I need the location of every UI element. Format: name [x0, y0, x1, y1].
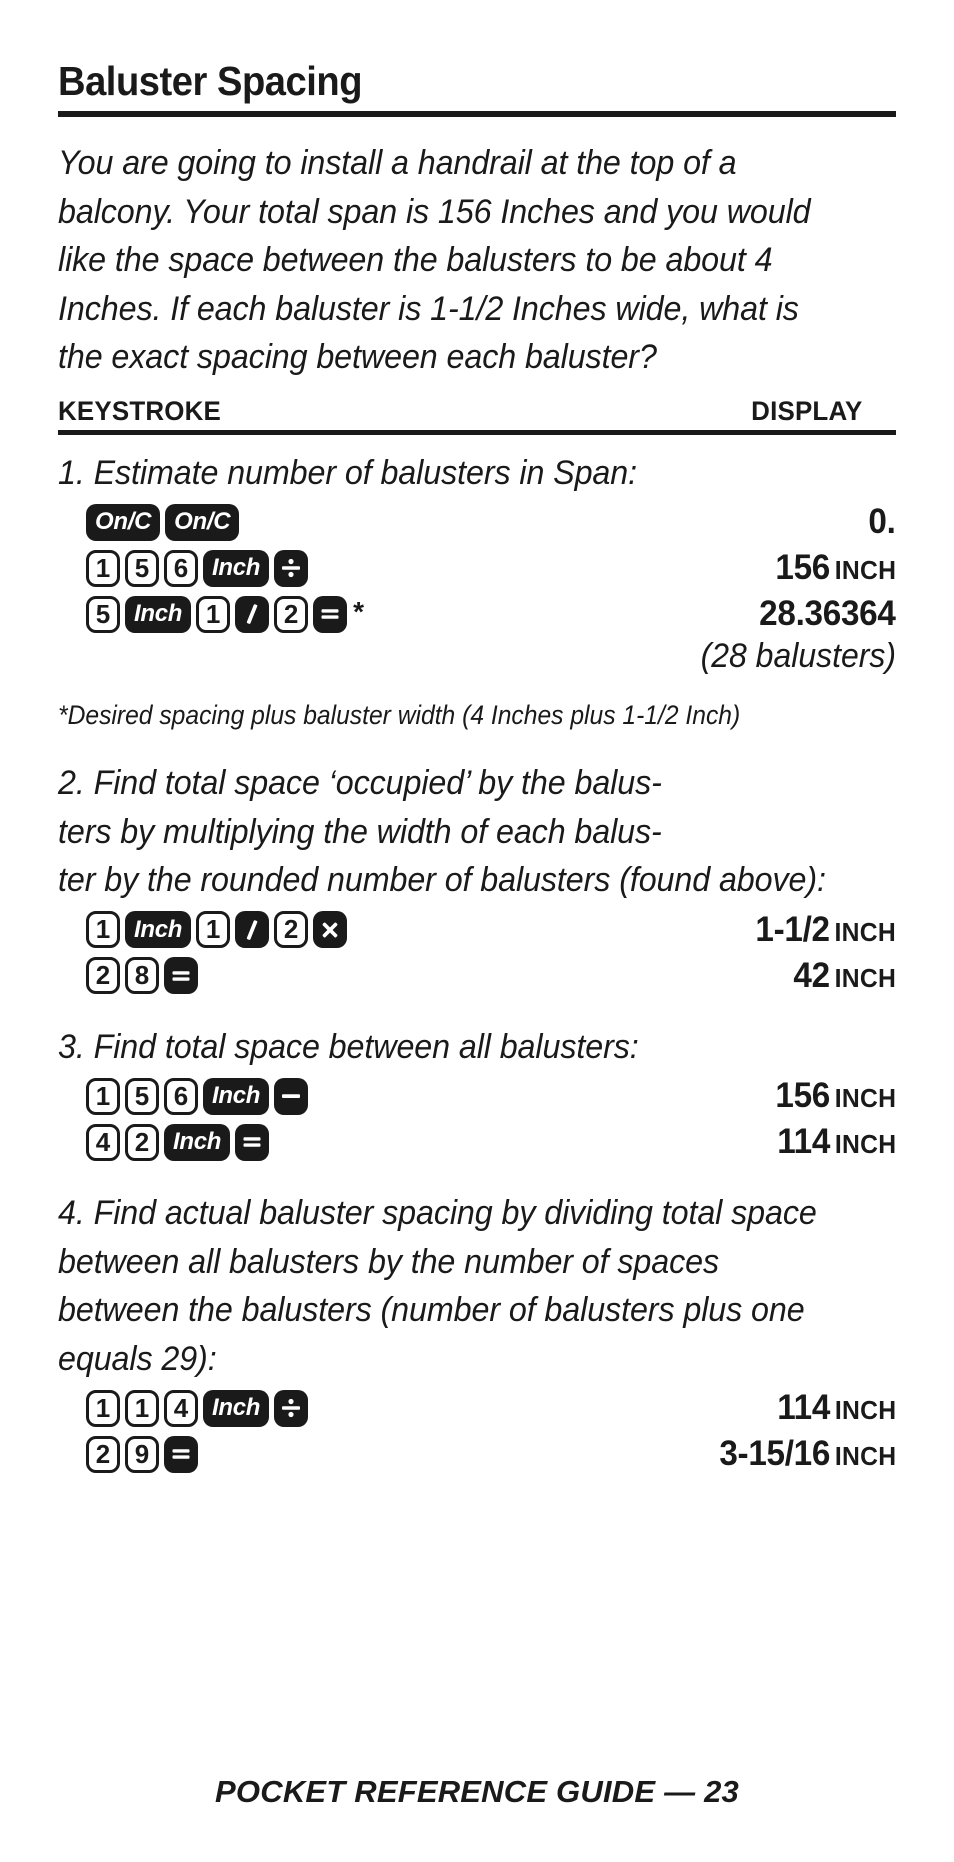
- step-text: 1. Estimate number of balusters in Span:: [58, 453, 637, 492]
- display-number: 1-1/2: [755, 909, 830, 949]
- key-on-c[interactable]: On/C: [86, 503, 161, 541]
- key-digit-2[interactable]: 2: [86, 957, 120, 995]
- slash-icon[interactable]: [235, 595, 270, 633]
- key-digit-1[interactable]: 1: [125, 1389, 159, 1427]
- display-unit: INCH: [834, 916, 896, 947]
- equals-icon[interactable]: [235, 1123, 270, 1161]
- display-unit: INCH: [834, 555, 896, 586]
- key-digit-4[interactable]: 4: [164, 1389, 198, 1427]
- keystroke-sequence: 1 5 6 Inch: [58, 1077, 309, 1115]
- divide-icon[interactable]: [274, 1389, 309, 1427]
- key-digit-5[interactable]: 5: [86, 595, 120, 633]
- minus-icon[interactable]: [274, 1077, 309, 1115]
- multiply-icon[interactable]: [313, 911, 348, 949]
- keystroke-row: 2 8 42 INCH: [58, 955, 896, 997]
- display-number: 114: [776, 1388, 830, 1428]
- equals-icon[interactable]: [164, 1435, 198, 1473]
- display-value: 1-1/2 INCH: [755, 910, 896, 950]
- key-inch[interactable]: Inch: [203, 549, 270, 587]
- footer-text: POCKET REFERENCE GUIDE — 23: [215, 1774, 739, 1809]
- display-value: 114 INCH: [777, 1122, 896, 1162]
- keystroke-row: 4 2 Inch 114 INCH: [58, 1121, 896, 1163]
- intro-paragraph: You are going to install a handrail at t…: [58, 144, 811, 377]
- key-digit-2[interactable]: 2: [86, 1435, 120, 1473]
- key-digit-9[interactable]: 9: [125, 1435, 159, 1473]
- keystroke-sequence: 4 2 Inch: [58, 1123, 270, 1161]
- step-text: 4. Find actual baluster spacing by divid…: [58, 1194, 817, 1378]
- display-number: 156: [775, 548, 830, 588]
- key-digit-6[interactable]: 6: [164, 549, 198, 587]
- display-value: 3-15/16 INCH: [719, 1434, 896, 1474]
- result-note: (28 balusters): [700, 637, 896, 676]
- display-value: 28.36364: [759, 594, 897, 634]
- keystroke-row: 1 5 6 Inch 156 INCH: [58, 547, 896, 589]
- footnote-text: *Desired spacing plus baluster width (4 …: [58, 700, 741, 731]
- display-value: 156 INCH: [775, 548, 896, 588]
- display-unit: INCH: [834, 1441, 896, 1472]
- key-inch[interactable]: Inch: [125, 595, 192, 633]
- keystroke-row: 1 Inch 1 2 1-1/2 INCH: [58, 909, 896, 951]
- page: Baluster Spacing You are going to instal…: [0, 0, 954, 1862]
- keystroke-sequence: 1 Inch 1 2: [58, 911, 348, 949]
- key-digit-1[interactable]: 1: [86, 1389, 120, 1427]
- keystroke-row: On/C On/C 0.: [58, 501, 896, 543]
- keystroke-sequence: 28: [58, 957, 198, 995]
- keystroke-column-label: KEYSTROKE: [58, 395, 222, 426]
- display-value: 114 INCH: [777, 1388, 896, 1428]
- keystroke-row: 5 Inch 1 2 * 28.36364: [58, 593, 896, 635]
- key-inch[interactable]: Inch: [164, 1123, 231, 1161]
- display-value: 42 INCH: [793, 956, 896, 996]
- key-digit-2[interactable]: 2: [274, 911, 309, 949]
- display-value: 156 INCH: [775, 1076, 896, 1116]
- column-header: KEYSTROKE DISPLAY: [58, 396, 896, 435]
- display-column-label: DISPLAY: [751, 395, 863, 426]
- footnote-marker: *: [353, 595, 365, 627]
- step-text: 3. Find total space between all baluster…: [58, 1027, 639, 1066]
- key-inch[interactable]: Inch: [125, 911, 192, 949]
- key-digit-5[interactable]: 5: [125, 1077, 159, 1115]
- key-digit-1[interactable]: 1: [196, 595, 231, 633]
- key-inch[interactable]: Inch: [203, 1077, 270, 1115]
- display-number: 28.36364: [759, 594, 897, 634]
- key-digit-1[interactable]: 1: [86, 911, 120, 949]
- key-digit-4[interactable]: 4: [86, 1123, 120, 1161]
- keystroke-sequence: 1 5 6 Inch: [58, 549, 309, 587]
- key-digit-8[interactable]: 8: [125, 957, 159, 995]
- equals-icon[interactable]: [313, 595, 348, 633]
- keystroke-sequence: 29: [58, 1435, 198, 1473]
- display-unit: INCH: [834, 1129, 896, 1160]
- display-unit: INCH: [834, 962, 896, 993]
- display-unit: INCH: [834, 1395, 896, 1426]
- key-digit-2[interactable]: 2: [274, 595, 309, 633]
- equals-icon[interactable]: [164, 957, 198, 995]
- display-unit: INCH: [834, 1083, 896, 1114]
- display-number: 114: [776, 1122, 830, 1162]
- display-number: 42: [793, 955, 830, 995]
- key-inch[interactable]: Inch: [203, 1389, 270, 1427]
- page-footer: POCKET REFERENCE GUIDE — 23: [0, 1774, 954, 1810]
- display-value: 0.: [869, 502, 896, 542]
- keystroke-sequence: 5 Inch 1 2 *: [58, 595, 365, 633]
- display-number: 156: [775, 1076, 830, 1116]
- keystroke-row: 2 9 3-15/16 INCH: [58, 1433, 896, 1475]
- steps-container: 1. Estimate number of balusters in Span:…: [58, 449, 896, 1476]
- key-digit-2[interactable]: 2: [125, 1123, 159, 1161]
- keystroke-sequence: On/C On/C: [58, 503, 240, 541]
- divide-icon[interactable]: [274, 549, 309, 587]
- page-title: Baluster Spacing: [58, 58, 363, 104]
- key-digit-5[interactable]: 5: [125, 549, 159, 587]
- key-digit-1[interactable]: 1: [86, 549, 120, 587]
- display-number: 0.: [868, 502, 896, 542]
- key-digit-1[interactable]: 1: [196, 911, 231, 949]
- display-number: 3-15/16: [718, 1434, 830, 1474]
- keystroke-row: 1 1 4 Inch 114 INCH: [58, 1387, 896, 1429]
- keystroke-row: 1 5 6 Inch 156 INCH: [58, 1075, 896, 1117]
- keystroke-sequence: 1 1 4 Inch: [58, 1389, 309, 1427]
- key-on-c[interactable]: On/C: [165, 503, 240, 541]
- slash-icon[interactable]: [235, 911, 270, 949]
- key-digit-1[interactable]: 1: [86, 1077, 120, 1115]
- step-text: 2. Find total space ‘occupied’ by the ba…: [58, 764, 826, 900]
- key-digit-6[interactable]: 6: [164, 1077, 198, 1115]
